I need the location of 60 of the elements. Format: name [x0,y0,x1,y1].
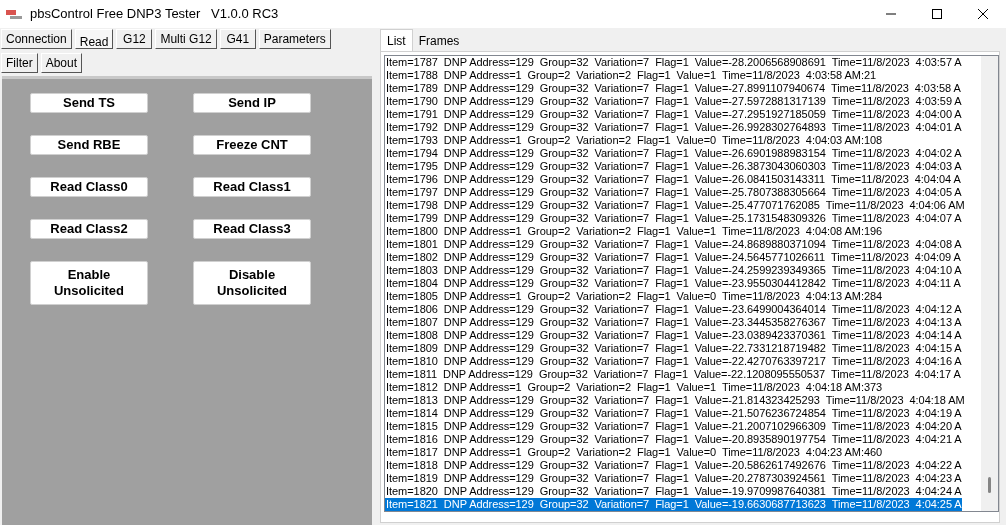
log-row[interactable]: Item=1799 DNP Address=129 Group=32 Variation=7 Flag=1 Value=-25.1731548309326 Time=11/8/2023 4:04:07 A [385,212,962,225]
log-row[interactable]: Item=1813 DNP Address=129 Group=32 Variation=7 Flag=1 Value=-21.814323425293 Time=11/8/2023 4:04:18 AM [385,394,965,407]
log-row[interactable]: Item=1805 DNP Address=1 Group=2 Variation=2 Flag=1 Value=0 Time=11/8/2023 4:04:13 AM:284 [385,290,883,303]
log-row[interactable]: Item=1815 DNP Address=129 Group=32 Variation=7 Flag=1 Value=-21.2007102966309 Time=11/8/2023 4:04:20 A [385,420,962,433]
log-row[interactable]: Item=1789 DNP Address=129 Group=32 Variation=7 Flag=1 Value=-27.8991107940674 Time=11/8/2023 4:03:58 A [385,82,961,95]
tab[interactable]: G12 [116,29,153,49]
tab[interactable]: Connection [1,29,72,49]
tab[interactable]: G41 [219,29,256,49]
log-row[interactable]: Item=1792 DNP Address=129 Group=32 Variation=7 Flag=1 Value=-26.9928302764893 Time=11/8/2023 4:04:01 A [385,121,962,134]
log-row[interactable]: Item=1794 DNP Address=129 Group=32 Variation=7 Flag=1 Value=-26.6901988983154 Time=11/8/2023 4:04:02 A [385,147,962,160]
command-button[interactable]: Send TS [30,93,148,113]
log-row[interactable]: Item=1797 DNP Address=129 Group=32 Variation=7 Flag=1 Value=-25.7807388305664 Time=11/8/2023 4:04:05 A [385,186,962,199]
log-row[interactable]: Item=1816 DNP Address=129 Group=32 Variation=7 Flag=1 Value=-20.8935890197754 Time=11/8/2023 4:04:21 A [385,433,962,446]
log-row[interactable]: Item=1798 DNP Address=129 Group=32 Variation=7 Flag=1 Value=-25.477071762085 Time=11/8/2023 4:04:06 AM [385,199,965,212]
log-row[interactable]: Item=1810 DNP Address=129 Group=32 Variation=7 Flag=1 Value=-22.4270763397217 Time=11/8/2023 4:04:16 A [385,355,962,368]
tab[interactable]: Parameters [258,29,331,49]
log-row[interactable]: Item=1802 DNP Address=129 Group=32 Variation=7 Flag=1 Value=-24.5645771026611 Time=11/8/2023 4:04:09 A [385,251,961,264]
log-row[interactable]: Item=1819 DNP Address=129 Group=32 Variation=7 Flag=1 Value=-20.2787303924561 Time=11/8/2023 4:04:23 A [385,472,962,485]
log-row[interactable]: Item=1808 DNP Address=129 Group=32 Variation=7 Flag=1 Value=-23.0389423370361 Time=11/8/2023 4:04:14 A [385,329,962,342]
log-row[interactable]: Item=1807 DNP Address=129 Group=32 Variation=7 Flag=1 Value=-23.3445358276367 Time=11/8/2023 4:04:13 A [385,316,962,329]
tab[interactable]: Filter [1,53,38,73]
command-button[interactable]: Send IP [193,93,311,113]
log-row[interactable]: Item=1809 DNP Address=129 Group=32 Variation=7 Flag=1 Value=-22.7331218719482 Time=11/8/2023 4:04:15 A [385,342,962,355]
log-row[interactable]: Item=1812 DNP Address=1 Group=2 Variation=2 Flag=1 Value=1 Time=11/8/2023 4:04:18 AM:373 [385,381,883,394]
log-row[interactable]: Item=1804 DNP Address=129 Group=32 Variation=7 Flag=1 Value=-23.9550304412842 Time=11/8/2023 4:04:11 A [385,277,961,290]
tab[interactable]: About [40,53,83,73]
log-row[interactable]: Item=1821 DNP Address=129 Group=32 Variation=7 Flag=1 Value=-19.6630687713623 Time=11/8/2023 4:04:25 A [385,498,962,511]
log-row[interactable]: Item=1790 DNP Address=129 Group=32 Variation=7 Flag=1 Value=-27.5972881317139 Time=11/8/2023 4:03:59 A [385,95,962,108]
window-title: pbsControl Free DNP3 Tester V1.0.0 RC3 [30,5,279,24]
command-button[interactable]: Freeze CNT [193,135,311,155]
tab[interactable]: List [380,29,413,51]
tab[interactable]: Multi G12 [155,29,217,49]
log-row[interactable]: Item=1803 DNP Address=129 Group=32 Variation=7 Flag=1 Value=-24.2599239349365 Time=11/8/2023 4:04:10 A [385,264,962,277]
log-row[interactable]: Item=1793 DNP Address=1 Group=2 Variation=2 Flag=1 Value=0 Time=11/8/2023 4:04:03 AM:108 [385,134,883,147]
log-row[interactable]: Item=1800 DNP Address=1 Group=2 Variation=2 Flag=1 Value=1 Time=11/8/2023 4:04:08 AM:196 [385,225,883,238]
command-button[interactable]: Disable Unsolicited [193,261,311,305]
log-row[interactable]: Item=1806 DNP Address=129 Group=32 Variation=7 Flag=1 Value=-23.6499004364014 Time=11/8/2023 4:04:12 A [385,303,962,316]
log-row[interactable]: Item=1788 DNP Address=1 Group=2 Variation=2 Flag=1 Value=1 Time=11/8/2023 4:03:58 AM:21 [385,69,877,82]
log-row[interactable]: Item=1818 DNP Address=129 Group=32 Variation=7 Flag=1 Value=-20.5862617492676 Time=11/8/2023 4:04:22 A [385,459,962,472]
log-row[interactable]: Item=1795 DNP Address=129 Group=32 Variation=7 Flag=1 Value=-26.3873043060303 Time=11/8/2023 4:04:03 A [385,160,962,173]
tab[interactable]: Frames [412,31,466,51]
tab[interactable]: Read [74,29,114,49]
command-button[interactable]: Read Class3 [193,219,311,239]
log-row[interactable]: Item=1791 DNP Address=129 Group=32 Variation=7 Flag=1 Value=-27.2951927185059 Time=11/8/2023 4:04:00 A [385,108,962,121]
command-button[interactable]: Read Class1 [193,177,311,197]
log-row[interactable]: Item=1796 DNP Address=129 Group=32 Variation=7 Flag=1 Value=-26.0841503143311 Time=11/8/2023 4:04:04 A [385,173,961,186]
log-row[interactable]: Item=1814 DNP Address=129 Group=32 Variation=7 Flag=1 Value=-21.5076236724854 Time=11/8/2023 4:04:19 A [385,407,962,420]
log-row[interactable]: Item=1787 DNP Address=129 Group=32 Variation=7 Flag=1 Value=-28.2006568908691 Time=11/8/2023 4:03:57 A [385,56,962,69]
log-row[interactable]: Item=1817 DNP Address=1 Group=2 Variation=2 Flag=1 Value=0 Time=11/8/2023 4:04:23 AM:460 [385,446,883,459]
log-row[interactable]: Item=1811 DNP Address=129 Group=32 Variation=7 Flag=1 Value=-22.1208095550537 Time=11/8/2023 4:04:17 A [385,368,961,381]
log-row[interactable]: Item=1820 DNP Address=129 Group=32 Variation=7 Flag=1 Value=-19.9709987640381 Time=11/8/2023 4:04:24 A [385,485,962,498]
command-button[interactable]: Read Class2 [30,219,148,239]
close-icon [978,9,988,19]
command-button[interactable]: Read Class0 [30,177,148,197]
command-button[interactable]: Enable Unsolicited [30,261,148,305]
command-button[interactable]: Send RBE [30,135,148,155]
scrollbar[interactable] [981,56,998,511]
log-row[interactable]: Item=1801 DNP Address=129 Group=32 Variation=7 Flag=1 Value=-24.8689880371094 Time=11/8/2023 4:04:08 A [385,238,962,251]
maximize-icon [932,9,942,19]
app-logo-icon [6,8,22,20]
